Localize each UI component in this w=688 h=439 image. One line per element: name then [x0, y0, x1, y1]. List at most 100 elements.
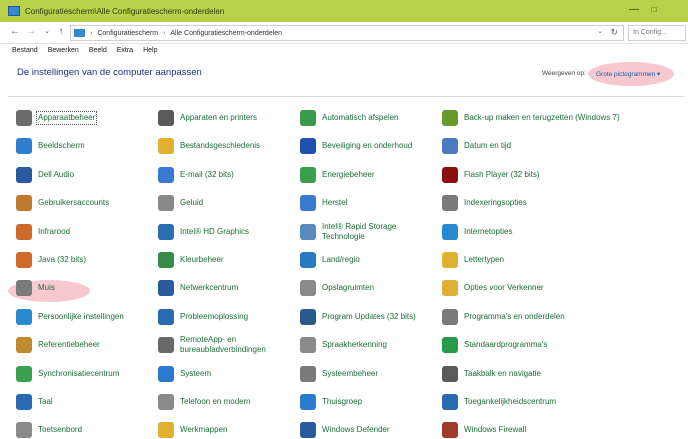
breadcrumb-control-panel[interactable]: Configuratiescherm	[97, 30, 158, 37]
control-panel-item[interactable]: Telefoon en modem	[158, 388, 296, 416]
control-panel-item[interactable]: Herstel	[300, 189, 438, 217]
control-panel-item-label: Gebruikersaccounts	[38, 198, 110, 208]
breadcrumb-separator: ›	[163, 29, 166, 37]
menu-help[interactable]: Help	[143, 47, 157, 54]
menu-file[interactable]: Bestand	[12, 47, 38, 54]
control-panel-item[interactable]: Dell Audio	[16, 161, 154, 189]
back-button[interactable]: ←	[8, 25, 22, 39]
control-panel-item[interactable]: Intel® Rapid Storage Technologie	[300, 218, 438, 246]
control-panel-item[interactable]: Programma's en onderdelen	[442, 303, 672, 331]
control-panel-item[interactable]: Java (32 bits)	[16, 246, 154, 274]
control-panel-item-label: Opslagruimten	[322, 283, 375, 293]
view-by-label: Weergeven op:	[542, 70, 586, 77]
control-panel-item[interactable]: Indexeringsopties	[442, 189, 672, 217]
control-panel-item[interactable]: Datum en tijd	[442, 132, 672, 160]
title-bar: Configuratiescherm\Alle Configuratiesche…	[0, 0, 688, 22]
control-panel-item-label: Bestandsgeschiedenis	[180, 141, 261, 151]
control-panel-item[interactable]: Muis	[16, 274, 154, 302]
control-panel-item[interactable]: Energiebeheer	[300, 161, 438, 189]
menu-tools[interactable]: Extra	[117, 47, 133, 54]
control-panel-item[interactable]: Netwerkcentrum	[158, 274, 296, 302]
header-divider	[8, 96, 684, 97]
control-panel-item[interactable]: Windows Firewall	[442, 416, 672, 439]
control-panel-item[interactable]: Werkmappen	[158, 416, 296, 439]
control-panel-item[interactable]: Opties voor Verkenner	[442, 274, 672, 302]
control-panel-item[interactable]: Toetsenbord	[16, 416, 154, 439]
control-panel-item-label: Standaardprogramma's	[464, 340, 548, 350]
control-panel-item[interactable]: Geluid	[158, 189, 296, 217]
audio-icon	[16, 166, 32, 183]
control-panel-item[interactable]: E-mail (32 bits)	[158, 161, 296, 189]
control-panel-item-label: Programma's en onderdelen	[464, 311, 565, 321]
color-icon	[158, 252, 174, 268]
address-field[interactable]: › Configuratiescherm › Alle Configuratie…	[70, 25, 624, 41]
control-panel-item-label: Thuisgroep	[322, 397, 363, 406]
control-panel-item-label: Netwerkcentrum	[180, 283, 239, 293]
backup-icon	[442, 110, 458, 126]
minimize-button[interactable]: —	[626, 3, 642, 17]
control-panel-item-label: Telefoon en modem	[180, 397, 251, 406]
control-panel-item[interactable]: Bestandsgeschiedenis	[158, 132, 296, 160]
control-panel-item-label: Opties voor Verkenner	[464, 283, 544, 293]
power-icon	[300, 166, 316, 183]
forward-button[interactable]: →	[24, 25, 38, 39]
control-panel-item[interactable]: Kleurbeheer	[158, 246, 296, 274]
control-panel-item-label: Infrarood	[38, 226, 71, 236]
recent-locations-button[interactable]: ⌄	[40, 25, 54, 39]
control-panel-item[interactable]: Persoonlijke instellingen	[16, 303, 154, 331]
control-panel-item[interactable]: Spraakherkenning	[300, 331, 438, 359]
control-panel-item[interactable]: Taakbalk en navigatie	[442, 360, 672, 388]
printer-icon	[158, 110, 174, 126]
control-panel-item[interactable]: Probleemoplossing	[158, 303, 296, 331]
language-icon	[16, 394, 32, 410]
search-input[interactable]: In Config...	[628, 25, 686, 41]
control-panel-item[interactable]: Intel® HD Graphics	[158, 218, 296, 246]
control-panel-item[interactable]: Standaardprogramma's	[442, 331, 672, 359]
microphone-icon	[300, 337, 316, 354]
up-button[interactable]: ↑	[54, 25, 68, 39]
control-panel-item[interactable]: RemoteApp- en bureaubladverbindingen	[158, 331, 296, 359]
system-icon	[158, 365, 174, 382]
control-panel-item[interactable]: Windows Defender	[300, 416, 438, 439]
menu-edit[interactable]: Bewerken	[48, 47, 79, 54]
refresh-button[interactable]: ↻	[610, 27, 618, 38]
phone-icon	[158, 394, 174, 410]
control-panel-item-label: Taakbalk en navigatie	[464, 368, 541, 378]
control-panel-item[interactable]: Program Updates (32 bits)	[300, 303, 438, 331]
breadcrumb-all-items[interactable]: Alle Configuratiescherm-onderdelen	[170, 30, 282, 37]
menu-view[interactable]: Beeld	[89, 47, 107, 54]
control-panel-item[interactable]: Automatisch afspelen	[300, 104, 438, 132]
control-panel-item[interactable]: Gebruikersaccounts	[16, 189, 154, 217]
control-panel-item[interactable]: Apparaten en printers	[158, 104, 296, 132]
control-panel-item-label: Energiebeheer	[322, 169, 375, 179]
control-panel-item[interactable]: Land/regio	[300, 246, 438, 274]
control-panel-item[interactable]: Systeem	[158, 360, 296, 388]
address-dropdown-button[interactable]: ⌄	[597, 27, 603, 35]
control-panel-item[interactable]: Beeldscherm	[16, 132, 154, 160]
control-panel-item-label: Kleurbeheer	[180, 255, 224, 264]
control-panel-item-label: Apparaten en printers	[180, 113, 257, 122]
control-panel-item[interactable]: Internetopties	[442, 218, 672, 246]
control-panel-item[interactable]: Opslagruimten	[300, 274, 438, 302]
control-panel-item-label: Systeembeheer	[322, 368, 379, 378]
control-panel-item[interactable]: Thuisgroep	[300, 388, 438, 416]
control-panel-item[interactable]: Lettertypen	[442, 246, 672, 274]
control-panel-item[interactable]: Beveiliging en onderhoud	[300, 132, 438, 160]
control-panel-item-label: Beveiliging en onderhoud	[322, 141, 413, 151]
control-panel-item-label: Toetsenbord	[38, 425, 83, 435]
control-panel-item[interactable]: Apparaatbeheer	[16, 104, 154, 132]
menu-bar: Bestand Bewerken Beeld Extra Help	[0, 44, 688, 56]
control-panel-item[interactable]: Toegankelijkheidscentrum	[442, 388, 672, 416]
maximize-button[interactable]: □	[646, 3, 662, 17]
credentials-icon	[16, 337, 32, 354]
control-panel-item[interactable]: Referentiebeheer	[16, 331, 154, 359]
view-by-dropdown[interactable]: Grote pictogrammen ▾	[596, 70, 660, 78]
recovery-icon	[300, 195, 316, 212]
control-panel-item[interactable]: Taal	[16, 388, 154, 416]
control-panel-item[interactable]: Back-up maken en terugzetten (Windows 7)	[442, 104, 672, 132]
window-title: Configuratiescherm\Alle Configuratiesche…	[25, 6, 225, 16]
control-panel-item[interactable]: Infrarood	[16, 218, 154, 246]
control-panel-item[interactable]: Synchronisatiecentrum	[16, 360, 154, 388]
control-panel-item[interactable]: Flash Player (32 bits)	[442, 161, 672, 189]
control-panel-item[interactable]: Systeembeheer	[300, 360, 438, 388]
